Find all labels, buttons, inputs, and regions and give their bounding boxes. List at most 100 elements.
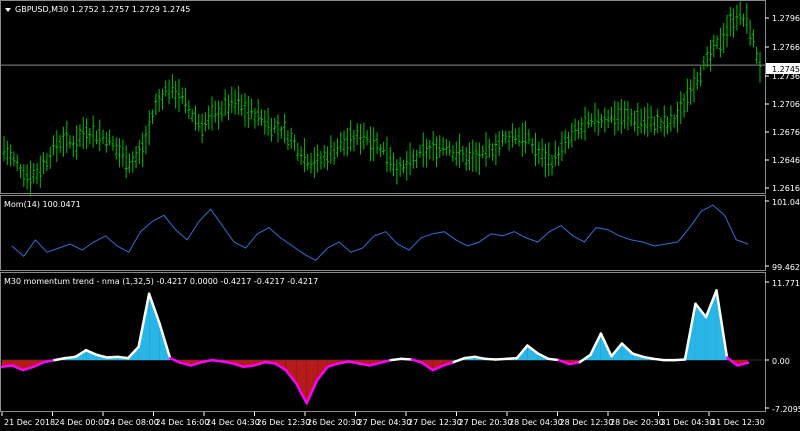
time-label: 28 Dec 20:30 (610, 418, 664, 427)
ohlc-bar (633, 110, 637, 132)
momentum-tick: 99.4629 (772, 263, 800, 272)
ohlc-bar (283, 113, 287, 144)
ohlc-bar (662, 105, 666, 137)
ohlc-bar (243, 93, 247, 127)
ohlc-bar (134, 146, 138, 169)
time-axis: 21 Dec 2018 24 Dec 00:0024 Dec 08:0024 De… (1, 412, 765, 427)
ohlc-bar (256, 99, 260, 126)
ohlc-bar (567, 131, 571, 149)
ohlc-bar (758, 51, 762, 83)
momentum-title: Mom(14) 100.0471 (4, 200, 81, 209)
ohlc-bar (197, 113, 201, 132)
ohlc-bar (273, 117, 277, 134)
ohlc-bar (411, 149, 415, 169)
ohlc-bar (388, 146, 392, 173)
chart-canvas[interactable]: GBPUSD,M30 1.2752 1.2757 1.2729 1.2745 M… (0, 0, 800, 431)
ohlc-bar (725, 14, 729, 48)
ohlc-bar (52, 135, 56, 156)
time-label: 24 Dec 00:00 (55, 418, 109, 427)
trend-up-line (673, 358, 687, 362)
trend-down-line (242, 364, 256, 369)
ohlc-bar (606, 109, 610, 128)
ohlc-bar (461, 145, 465, 163)
ohlc-bar (372, 127, 376, 162)
trend-up-line (652, 357, 666, 362)
ohlc-bar (207, 105, 211, 130)
ohlc-bar (487, 138, 491, 158)
trend-up-area (149, 293, 160, 361)
ohlc-bar (85, 118, 89, 150)
ohlc-bar (517, 127, 521, 147)
ohlc-bar (590, 113, 594, 127)
ohlc-bar (94, 130, 98, 145)
ohlc-bar (593, 102, 597, 133)
triangle-down-icon[interactable] (5, 8, 11, 12)
ohlc-bar (639, 108, 643, 134)
ohlc-bar (580, 117, 584, 140)
ohlc-bar (329, 135, 333, 164)
ohlc-bar (398, 157, 402, 177)
ohlc-bar (626, 101, 630, 131)
ohlc-bar (560, 131, 564, 162)
ohlc-bar (401, 159, 405, 174)
ohlc-bar (557, 146, 561, 166)
ohlc-bar (220, 100, 224, 122)
ohlc-bar (510, 123, 514, 148)
time-label: 27 Dec 12:30 (408, 418, 462, 427)
ohlc-bar (474, 142, 478, 172)
ohlc-bar (190, 108, 194, 123)
ohlc-bar (524, 120, 528, 154)
ohlc-bar (679, 91, 683, 124)
ohlc-bar (520, 122, 524, 157)
ohlc-bar (9, 144, 13, 167)
ohlc-bar (735, 4, 739, 31)
ohlc-bar (629, 108, 633, 127)
ohlc-bar (434, 136, 438, 168)
trend-up-line (547, 357, 561, 362)
main-panel[interactable] (0, 0, 766, 194)
ohlc-bar (741, 13, 745, 27)
ohlc-bar (481, 145, 485, 159)
ohlc-bar (48, 146, 52, 169)
ohlc-bar (385, 136, 389, 172)
ohlc-bar (61, 126, 65, 157)
ohlc-bar (484, 131, 488, 167)
ohlc-bar (702, 55, 706, 70)
ohlc-bar (131, 151, 135, 173)
ohlc-bar (223, 89, 227, 117)
ohlc-bar (715, 35, 719, 50)
ohlc-bar (712, 34, 716, 58)
ohlc-bar (368, 126, 372, 162)
ohlc-bar (114, 137, 118, 160)
ohlc-bar (652, 116, 656, 136)
ohlc-bar (141, 132, 145, 168)
ohlc-bar (200, 113, 204, 144)
ohlc-bar (101, 129, 105, 145)
ohlc-bar (240, 94, 244, 116)
ohlc-bar (217, 100, 221, 130)
ohlc-bar (312, 147, 316, 179)
trend-title: M30 momentum trend - nma (1,32,5) -0.421… (4, 277, 318, 286)
ohlc-bar (25, 164, 29, 190)
trend-panel[interactable] (0, 272, 766, 412)
price-tick: 1.2766 (772, 43, 800, 52)
ohlc-bar (375, 132, 379, 155)
ohlc-bar (682, 93, 686, 118)
ohlc-bar (728, 6, 732, 37)
ohlc-bar (689, 79, 693, 105)
ohlc-bar (286, 130, 290, 151)
ohlc-bar (497, 130, 501, 156)
ohlc-bar (193, 105, 197, 131)
time-label: 27 Dec 04:30 (358, 418, 412, 427)
ohlc-bar (289, 127, 293, 149)
ohlc-bar (167, 79, 171, 105)
ohlc-bar (28, 160, 32, 196)
ohlc-bar (751, 29, 755, 48)
ohlc-bar (299, 146, 303, 165)
ohlc-bar (203, 112, 207, 132)
ohlc-bar (19, 164, 23, 179)
ohlc-bar (623, 100, 627, 129)
ohlc-bar (276, 114, 280, 143)
ohlc-bar (332, 141, 336, 165)
ohlc-bar (78, 124, 82, 148)
